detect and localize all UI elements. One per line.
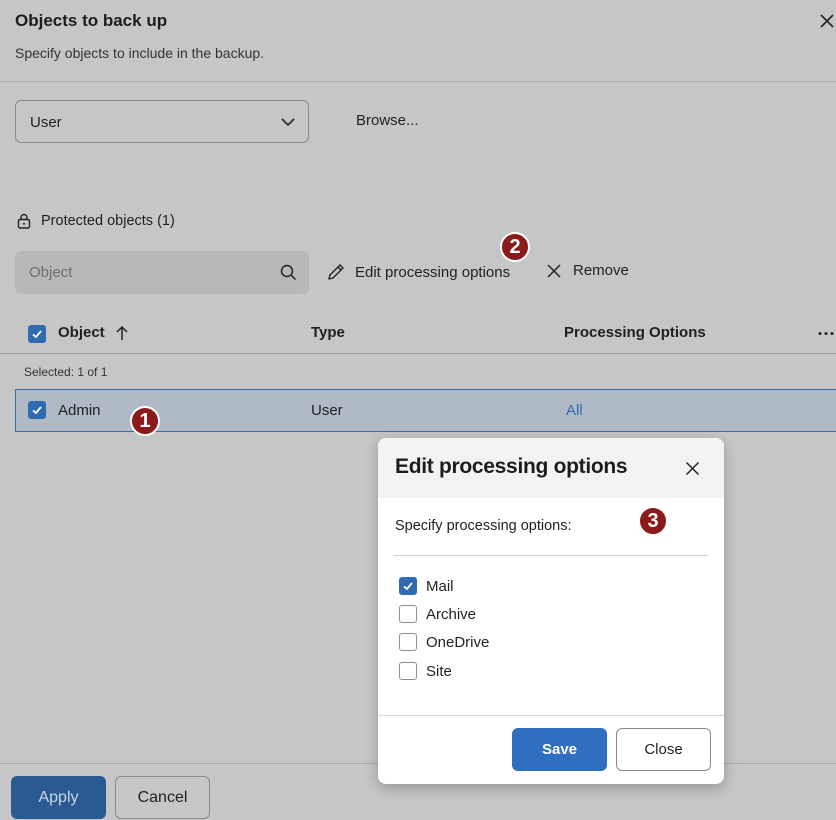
edit-processing-options-button[interactable]: Edit processing options [326,262,510,282]
close-icon[interactable] [818,12,836,30]
column-header-object[interactable]: Object [58,324,105,341]
remove-label: Remove [573,262,629,279]
column-header-processing-options[interactable]: Processing Options [564,324,706,341]
select-all-checkbox[interactable] [28,325,46,343]
cancel-button[interactable]: Cancel [115,776,210,819]
remove-button[interactable]: Remove [546,262,629,279]
row-object-name: Admin [58,402,101,419]
panel-title: Objects to back up [15,11,168,30]
object-search[interactable]: Object [15,251,309,294]
more-options-icon[interactable] [818,331,834,336]
sort-ascending-icon[interactable] [115,324,129,342]
panel-subtitle: Specify objects to include in the backup… [15,45,265,61]
option-site-label: Site [426,662,452,680]
option-mail[interactable]: Mail [399,577,454,595]
chevron-down-icon [281,118,295,127]
protected-objects-header: Protected objects (1) [17,213,175,229]
dialog-instruction: Specify processing options: [395,518,572,534]
dialog-title: Edit processing options [395,455,628,478]
option-onedrive-checkbox[interactable] [399,633,417,651]
callout-badge-3: 3 [638,506,668,536]
close-button[interactable]: Close [616,728,711,771]
header-divider [0,81,836,82]
option-site-checkbox[interactable] [399,662,417,680]
apply-button[interactable]: Apply [11,776,106,819]
option-archive[interactable]: Archive [399,605,476,623]
table-header: Object Type Processing Options [0,314,836,354]
row-object-type: User [311,402,343,419]
dialog-separator [394,555,708,556]
search-icon [280,264,297,281]
save-button[interactable]: Save [512,728,607,771]
object-type-value: User [30,114,62,131]
checkmark-icon [32,406,42,415]
row-checkbox[interactable] [28,401,46,419]
close-icon [547,263,561,278]
option-onedrive[interactable]: OneDrive [399,633,489,651]
option-mail-label: Mail [426,577,454,595]
lock-icon [17,213,31,229]
column-header-type[interactable]: Type [311,324,345,341]
option-onedrive-label: OneDrive [426,633,490,651]
callout-badge-2: 2 [500,232,530,262]
option-archive-checkbox[interactable] [399,605,417,623]
dialog-footer-divider [378,715,724,716]
row-processing-options-link[interactable]: All [566,402,583,419]
browse-button[interactable]: Browse... [356,112,419,129]
edit-processing-options-label: Edit processing options [355,263,511,281]
callout-badge-1: 1 [130,406,160,436]
selection-count: Selected: 1 of 1 [24,365,108,379]
option-site[interactable]: Site [399,662,452,680]
checkmark-icon [32,330,42,339]
dialog-header: Edit processing options [378,438,724,498]
object-type-select[interactable]: User [15,100,309,143]
option-mail-checkbox[interactable] [399,577,417,595]
search-input[interactable]: Object [29,264,72,281]
edit-processing-options-dialog: Edit processing options Specify processi… [378,438,724,784]
close-icon[interactable] [685,461,700,476]
option-archive-label: Archive [426,605,477,623]
pencil-icon [328,264,344,280]
protected-objects-label: Protected objects (1) [41,213,175,229]
checkmark-icon [403,582,413,591]
